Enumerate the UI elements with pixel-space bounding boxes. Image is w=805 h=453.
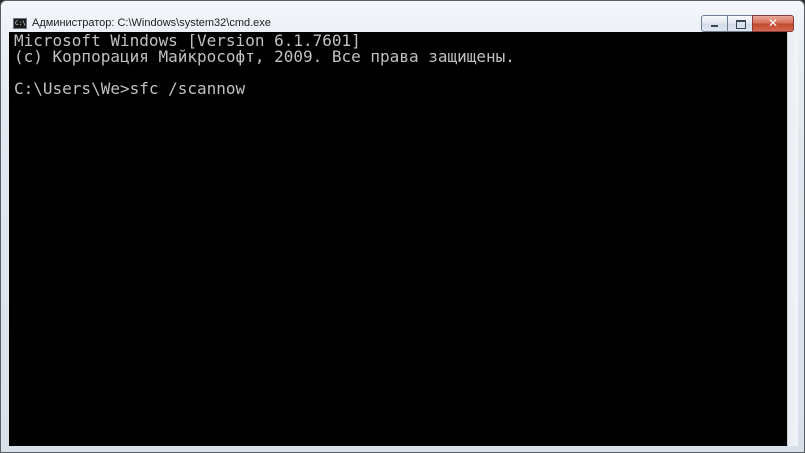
console-prompt-line[interactable]: C:\Users\We>sfc /scannow (14, 81, 515, 97)
maximize-icon (736, 20, 746, 29)
close-button[interactable]: ✕ (752, 15, 794, 32)
cmd-icon[interactable]: C:\ (13, 18, 27, 29)
console-text: Microsoft Windows [Version 6.1.7601] (c) … (14, 33, 515, 97)
console-output[interactable]: Microsoft Windows [Version 6.1.7601] (c) … (9, 32, 787, 446)
minimize-button[interactable] (701, 15, 727, 32)
window-title: Администратор: C:\Windows\system32\cmd.e… (32, 17, 271, 29)
window-controls: ✕ (701, 15, 794, 32)
title-bar[interactable]: C:\ Администратор: C:\Windows\system32\c… (1, 1, 804, 32)
maximize-button[interactable] (727, 15, 752, 32)
console-line: (c) Корпорация Майкрософт, 2009. Все пра… (14, 47, 515, 66)
minimize-icon (711, 25, 718, 27)
cmd-window: C:\ Администратор: C:\Windows\system32\c… (0, 0, 805, 453)
close-icon: ✕ (767, 16, 779, 30)
vertical-scrollbar[interactable] (787, 32, 798, 446)
